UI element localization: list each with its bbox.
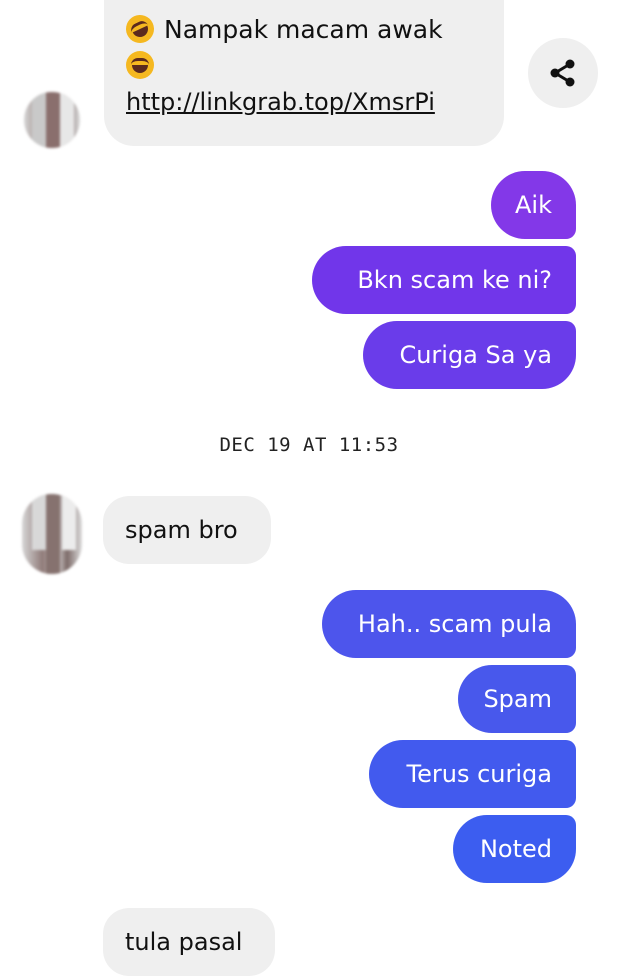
message-text: Curiga Sa ya <box>399 341 552 369</box>
outgoing-message-bubble[interactable]: Spam <box>458 665 576 733</box>
message-text: Nampak macam awak <box>164 15 443 44</box>
avatar[interactable] <box>22 494 82 574</box>
tears-of-joy-emoji <box>126 51 154 79</box>
outgoing-message-bubble[interactable]: Bkn scam ke ni? <box>312 246 576 314</box>
message-text: tula pasal <box>125 928 243 956</box>
outgoing-message-bubble[interactable]: Terus curiga <box>369 740 576 808</box>
outgoing-message-bubble[interactable]: Curiga Sa ya <box>363 321 576 389</box>
incoming-message-bubble[interactable]: tula pasal <box>103 908 275 976</box>
outgoing-message-bubble[interactable]: Hah.. scam pula <box>322 590 576 658</box>
message-text: Bkn scam ke ni? <box>357 266 552 294</box>
message-text: Noted <box>479 835 552 863</box>
avatar[interactable] <box>24 92 80 148</box>
rolling-laughing-emoji <box>121 10 159 48</box>
message-text: spam bro <box>125 516 238 544</box>
share-button[interactable] <box>528 38 598 108</box>
incoming-message-bubble[interactable]: Nampak macam awak http://linkgrab.top/Xm… <box>104 0 504 146</box>
timestamp: DEC 19 AT 11:53 <box>219 434 399 456</box>
message-text: Hah.. scam pula <box>357 610 552 638</box>
message-link[interactable]: http://linkgrab.top/XmsrPi <box>126 88 435 116</box>
outgoing-message-bubble[interactable]: Aik <box>491 171 576 239</box>
share-icon <box>550 59 575 87</box>
message-text: Spam <box>483 685 552 713</box>
message-text: Aik <box>515 191 552 219</box>
outgoing-message-bubble[interactable]: Noted <box>453 815 576 883</box>
message-text: Terus curiga <box>406 760 552 788</box>
incoming-message-bubble[interactable]: spam bro <box>103 496 271 564</box>
